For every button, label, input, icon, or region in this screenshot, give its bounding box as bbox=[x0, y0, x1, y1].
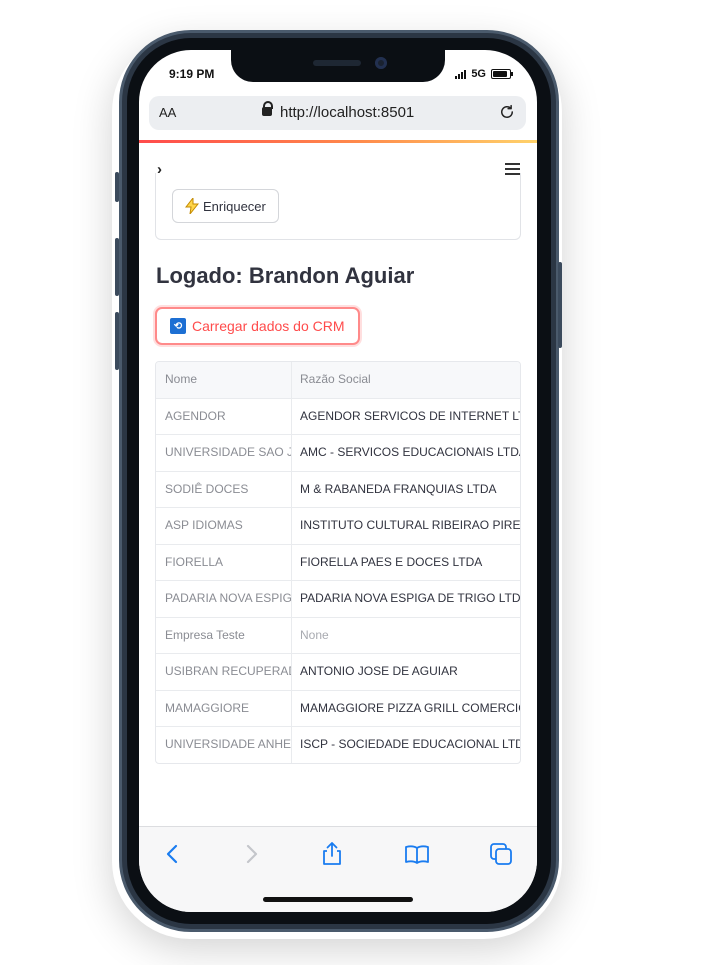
load-crm-button-label: Carregar dados do CRM bbox=[192, 318, 345, 334]
address-bar[interactable]: AA http://localhost:8501 bbox=[149, 96, 526, 130]
cell-razao-social: AGENDOR SERVICOS DE INTERNET LTDA bbox=[300, 408, 520, 423]
front-camera bbox=[375, 57, 387, 69]
power-button bbox=[558, 262, 562, 348]
mute-switch bbox=[115, 172, 119, 202]
cell-razao-social: INSTITUTO CULTURAL RIBEIRAO PIRES bbox=[300, 518, 520, 532]
table-row[interactable]: Empresa Teste None bbox=[156, 617, 520, 654]
notch bbox=[231, 50, 445, 82]
table-row[interactable]: UNIVERSIDADE SAO JUDAS AMC - SERVICOS ED… bbox=[156, 435, 520, 472]
phone-screen: 9:19 PM 5G AA http://localhost:8501 › En… bbox=[139, 50, 537, 912]
network-label: 5G bbox=[471, 68, 486, 80]
cell-razao-social: PADARIA NOVA ESPIGA DE TRIGO LTDA bbox=[300, 591, 520, 605]
cell-nome: ASP IDIOMAS bbox=[156, 508, 292, 544]
volume-up-button bbox=[115, 238, 119, 296]
app-content: › Enriquecer Logado: Brandon Aguiar ⟲ Ca… bbox=[139, 143, 537, 826]
lock-icon bbox=[262, 101, 273, 116]
table-row[interactable]: SODIÊ DOCES M & RABANEDA FRANQUIAS LTDA bbox=[156, 471, 520, 508]
cell-nome: AGENDOR bbox=[156, 398, 292, 434]
cell-razao-social: None bbox=[300, 627, 329, 642]
cell-nome: USIBRAN RECUPERADORA bbox=[156, 654, 292, 690]
cell-nome: SODIÊ DOCES bbox=[156, 471, 292, 507]
cell-nome: FIORELLA bbox=[156, 544, 292, 580]
cell-nome: UNIVERSIDADE SAO JUDAS bbox=[156, 435, 292, 471]
battery-icon bbox=[491, 69, 513, 79]
table-row[interactable]: PADARIA NOVA ESPIGA PADARIA NOVA ESPIGA … bbox=[156, 581, 520, 618]
url-text[interactable]: http://localhost:8501 bbox=[280, 104, 414, 121]
lightning-icon bbox=[185, 198, 199, 214]
cell-nome: PADARIA NOVA ESPIGA bbox=[156, 581, 292, 617]
table-row[interactable]: UNIVERSIDADE ANHEMBI ISCP - SOCIEDADE ED… bbox=[156, 727, 520, 763]
table-row[interactable]: FIORELLA FIORELLA PAES E DOCES LTDA bbox=[156, 544, 520, 581]
table-row[interactable]: AGENDOR AGENDOR SERVICOS DE INTERNET LTD… bbox=[156, 398, 520, 435]
speaker-grille bbox=[313, 60, 361, 66]
page-title: Logado: Brandon Aguiar bbox=[156, 263, 415, 288]
crm-data-table[interactable]: Nome Razão Social AGENDOR AGENDOR SERVIC… bbox=[155, 361, 521, 764]
enrich-button-label: Enriquecer bbox=[203, 198, 266, 214]
tabs-icon[interactable] bbox=[488, 841, 514, 867]
status-time: 9:19 PM bbox=[169, 67, 215, 81]
cell-razao-social: ISCP - SOCIEDADE EDUCACIONAL LTDA bbox=[300, 737, 520, 751]
cell-razao-social: AMC - SERVICOS EDUCACIONAIS LTDA bbox=[300, 445, 520, 459]
load-crm-button[interactable]: ⟲ Carregar dados do CRM bbox=[155, 307, 360, 345]
cell-razao-social: MAMAGGIORE PIZZA GRILL COMERCIO bbox=[300, 700, 520, 715]
refresh-icon: ⟲ bbox=[170, 318, 186, 334]
enrich-card: Enriquecer bbox=[155, 173, 521, 240]
status-indicators: 5G bbox=[455, 68, 513, 80]
table-row[interactable]: ASP IDIOMAS INSTITUTO CULTURAL RIBEIRAO … bbox=[156, 508, 520, 545]
table-row[interactable]: USIBRAN RECUPERADORA ANTONIO JOSE DE AGU… bbox=[156, 654, 520, 691]
table-row[interactable]: MAMAGGIORE MAMAGGIORE PIZZA GRILL COMERC… bbox=[156, 690, 520, 727]
bookmarks-icon[interactable] bbox=[404, 841, 430, 867]
forward-icon[interactable] bbox=[238, 841, 264, 867]
column-header-razao-social[interactable]: Razão Social bbox=[292, 362, 520, 398]
cell-razao-social: FIORELLA PAES E DOCES LTDA bbox=[300, 554, 483, 569]
home-indicator bbox=[263, 897, 413, 902]
reload-icon[interactable] bbox=[498, 103, 516, 121]
table-header-row: Nome Razão Social bbox=[156, 362, 520, 399]
enrich-button[interactable]: Enriquecer bbox=[172, 189, 279, 223]
volume-down-button bbox=[115, 312, 119, 370]
cell-nome: MAMAGGIORE bbox=[156, 690, 292, 726]
cell-nome: UNIVERSIDADE ANHEMBI bbox=[156, 727, 292, 763]
share-icon[interactable] bbox=[319, 841, 345, 867]
text-size-button[interactable]: AA bbox=[159, 105, 176, 120]
cell-razao-social: ANTONIO JOSE DE AGUIAR bbox=[300, 664, 458, 678]
signal-icon bbox=[455, 69, 467, 79]
cell-razao-social: M & RABANEDA FRANQUIAS LTDA bbox=[300, 481, 497, 496]
column-header-nome[interactable]: Nome bbox=[156, 362, 292, 398]
back-icon[interactable] bbox=[160, 841, 186, 867]
cell-nome: Empresa Teste bbox=[156, 617, 292, 653]
